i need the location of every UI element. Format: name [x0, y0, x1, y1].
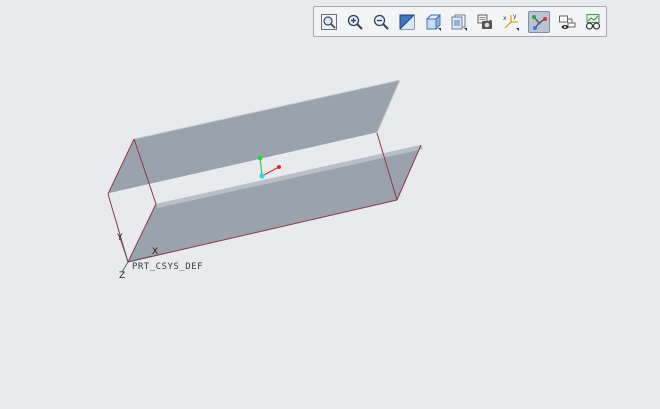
appearance-icon	[585, 14, 601, 30]
zoom-in-icon	[347, 14, 363, 30]
axis-x-label: X	[152, 247, 158, 257]
zoom-in-button[interactable]	[344, 11, 366, 33]
annotation-display-button[interactable]	[528, 11, 550, 33]
axis-y-label: Y	[116, 233, 123, 243]
refit-icon	[321, 14, 337, 30]
zoom-out-button[interactable]	[370, 11, 392, 33]
datum-display-button[interactable]: x y	[500, 11, 522, 33]
refit-button[interactable]	[318, 11, 340, 33]
svg-text:y: y	[513, 13, 517, 20]
display-style-button[interactable]	[422, 11, 444, 33]
axis-z-label: Z	[119, 271, 125, 281]
csys-label: PRT_CSYS_DEF	[132, 262, 203, 272]
view-toolbar: x y	[313, 6, 607, 37]
repaint-button[interactable]	[396, 11, 418, 33]
center-triad	[257, 155, 281, 179]
saved-views-icon	[451, 14, 467, 31]
view-manager-icon	[477, 14, 492, 29]
appearance-button[interactable]	[582, 11, 604, 33]
saved-views-button[interactable]	[448, 11, 470, 33]
spin-center-button[interactable]	[556, 11, 578, 33]
spin-center-icon	[559, 15, 576, 29]
repaint-icon	[399, 14, 415, 30]
model-viewport[interactable]: X Y Z PRT_CSYS_DEF	[0, 0, 660, 409]
annotation-display-icon	[532, 15, 547, 30]
view-manager-button[interactable]	[474, 11, 496, 33]
zoom-out-icon	[373, 14, 389, 30]
display-style-icon	[425, 13, 442, 31]
datum-display-icon: x y	[503, 13, 519, 31]
svg-text:x: x	[503, 15, 507, 22]
